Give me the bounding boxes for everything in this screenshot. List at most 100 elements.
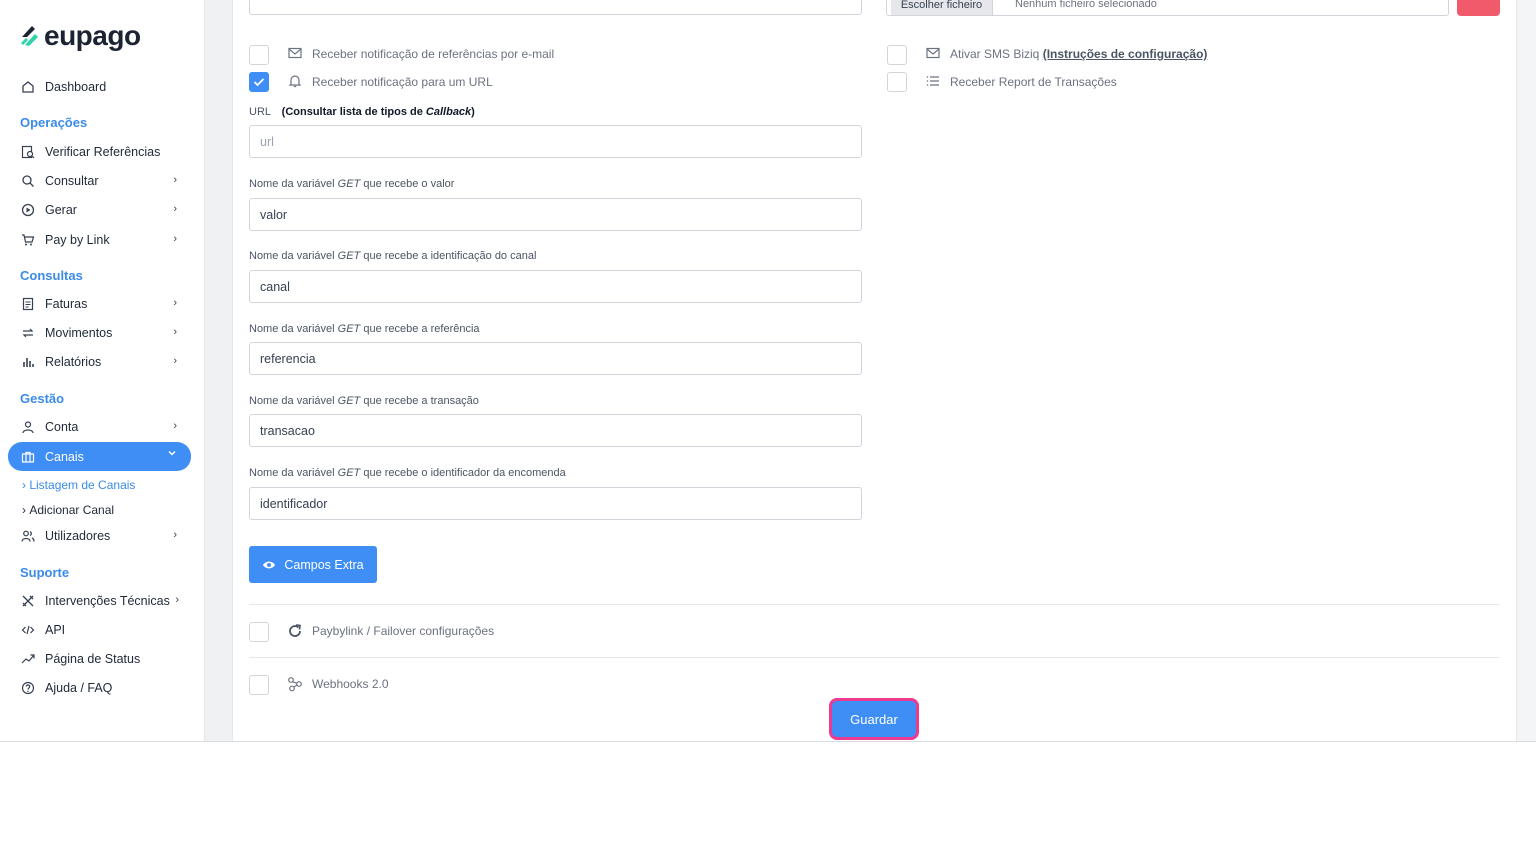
search-document-icon [20, 144, 36, 160]
label-prefix: Nome da variável [249, 323, 338, 335]
app-window: eupago Dashboard Operações Verificar Ref… [0, 0, 1536, 742]
chevron-right-icon: › [173, 297, 177, 309]
paybylink-failover-checkbox[interactable] [249, 622, 269, 642]
sidebar-item-label: Gerar [45, 202, 77, 217]
label-prefix: Nome da variável [249, 178, 338, 190]
callback-help-emphasis: Callback [425, 106, 472, 118]
briefcase-icon [20, 449, 36, 465]
email-notification-checkbox[interactable] [249, 45, 269, 65]
chevron-down-icon [167, 448, 177, 458]
transaction-report-label: Receber Report de Transações [950, 75, 1117, 89]
sidebar-item-relatorios[interactable]: Relatórios › [8, 347, 191, 376]
refresh-icon [287, 623, 303, 639]
transaction-report-checkbox[interactable] [887, 72, 907, 92]
chevron-right-icon: › [173, 233, 177, 245]
webhook-icon [287, 676, 303, 692]
sidebar-item-label: Dashboard [45, 79, 107, 94]
sms-biziq-checkbox[interactable] [887, 45, 907, 65]
bar-chart-icon [20, 354, 36, 370]
sidebar-item-label: Verificar Referências [45, 144, 161, 159]
sidebar-item-canais[interactable]: Canais [8, 442, 191, 471]
webhooks-checkbox[interactable] [249, 675, 269, 695]
callback-help-suffix: ) [471, 106, 475, 118]
campos-extra-button[interactable]: Campos Extra [249, 546, 377, 583]
paybylink-failover-label: Paybylink / Failover configurações [312, 624, 495, 638]
sidebar: eupago Dashboard Operações Verificar Ref… [0, 0, 204, 741]
sidebar-item-pagina-status[interactable]: Página de Status [8, 644, 191, 673]
logo-text: eupago [44, 20, 141, 51]
referencia-input[interactable]: referencia [249, 342, 862, 375]
eye-icon [262, 560, 276, 570]
guardar-button[interactable]: Guardar [829, 698, 919, 740]
field-label-canal: Nome da variável GET que recebe a identi… [249, 250, 536, 262]
file-upload-input[interactable]: Escolher ficheiro Nenhum ficheiro seleci… [886, 0, 1449, 16]
chevron-right-icon: › [173, 174, 177, 186]
label-get: GET [337, 250, 361, 262]
sidebar-item-label: Consultar [45, 173, 99, 188]
users-icon [20, 528, 36, 544]
callback-help-prefix: (Consultar lista de tipos de [281, 106, 426, 118]
url-notification-checkbox[interactable] [249, 72, 269, 92]
field-label-valor: Nome da variável GET que recebe o valor [249, 178, 454, 190]
top-cutoff-input[interactable] [249, 0, 862, 15]
sidebar-item-label: Ajuda / FAQ [45, 680, 113, 695]
search-icon [20, 173, 36, 189]
chevron-right-icon: › [173, 355, 177, 367]
field-label-referencia: Nome da variável GET que recebe a referê… [249, 323, 480, 335]
url-field-label: URL (Consultar lista de tipos de Callbac… [249, 106, 475, 118]
valor-input[interactable]: valor [249, 198, 862, 231]
sms-config-instructions-link[interactable]: (Instruções de configuração) [1043, 47, 1208, 61]
field-label-identificador: Nome da variável GET que recebe o identi… [249, 467, 566, 479]
canal-input[interactable]: canal [249, 270, 862, 303]
checkmark-icon [253, 78, 265, 87]
divider [249, 604, 1500, 605]
code-icon [20, 622, 36, 638]
chevron-right-icon: › [173, 420, 177, 432]
sidebar-item-conta[interactable]: Conta › [8, 412, 191, 441]
label-prefix: Nome da variável [249, 467, 338, 479]
help-circle-icon [20, 680, 36, 696]
sidebar-item-utilizadores[interactable]: Utilizadores › [8, 521, 191, 550]
sidebar-item-dashboard[interactable]: Dashboard [8, 72, 191, 101]
sidebar-item-label: Intervenções Técnicas [45, 593, 170, 608]
sidebar-item-label: Utilizadores [45, 528, 111, 543]
sms-biziq-text: Ativar SMS Biziq [950, 47, 1043, 61]
sidebar-item-faturas[interactable]: Faturas › [8, 289, 191, 318]
label-suffix: que recebe a identificação do canal [360, 250, 537, 262]
label-suffix: que recebe a transação [360, 395, 479, 407]
identificador-input[interactable]: identificador [249, 487, 862, 520]
sidebar-item-gerar[interactable]: Gerar › [8, 195, 191, 224]
user-icon [20, 419, 36, 435]
sidebar-item-label: Página de Status [45, 651, 141, 666]
play-circle-icon [20, 202, 36, 218]
callback-help-link[interactable]: (Consultar lista de tipos de Callback) [282, 106, 475, 118]
sidebar-item-label: Movimentos [45, 325, 113, 340]
mail-icon [287, 45, 303, 61]
choose-file-button[interactable]: Escolher ficheiro [891, 0, 993, 15]
bell-icon [287, 73, 303, 89]
tools-icon [20, 593, 36, 609]
sidebar-item-label: Relatórios [45, 354, 102, 369]
sidebar-item-movimentos[interactable]: Movimentos › [8, 318, 191, 347]
url-notification-label: Receber notificação para um URL [312, 75, 493, 89]
sidebar-subitem-adicionar-canal[interactable]: › Adicionar Canal [22, 503, 114, 517]
logo[interactable]: eupago [20, 20, 141, 52]
sidebar-subitem-listagem-canais[interactable]: › Listagem de Canais [22, 478, 135, 492]
sidebar-item-consultar[interactable]: Consultar › [8, 166, 191, 195]
section-consultas: Consultas [20, 268, 83, 283]
sidebar-item-label: Conta [45, 419, 79, 434]
eupago-logo-icon [20, 23, 40, 49]
chevron-right-icon: › [173, 326, 177, 338]
list-icon [925, 73, 941, 89]
sidebar-item-intervencoes-tecnicas[interactable]: Intervenções Técnicas › [8, 586, 191, 615]
sidebar-item-api[interactable]: API [8, 615, 191, 644]
sidebar-item-verificar-referencias[interactable]: Verificar Referências [8, 137, 191, 166]
trend-up-icon [20, 651, 36, 667]
cart-icon [20, 232, 36, 248]
delete-button[interactable] [1457, 0, 1500, 16]
sidebar-item-pay-by-link[interactable]: Pay by Link › [8, 225, 191, 254]
url-label: URL [249, 106, 271, 118]
url-input[interactable]: url [249, 125, 862, 158]
transacao-input[interactable]: transacao [249, 414, 862, 447]
sidebar-item-ajuda-faq[interactable]: Ajuda / FAQ [8, 673, 191, 702]
